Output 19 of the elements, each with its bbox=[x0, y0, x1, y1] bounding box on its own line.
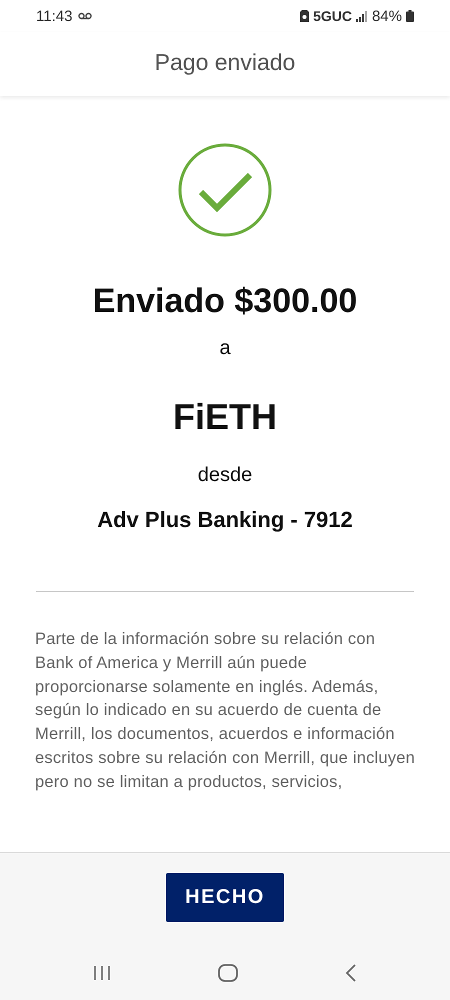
recipient-name: FiETH bbox=[173, 396, 277, 438]
back-icon[interactable] bbox=[344, 964, 357, 982]
done-button[interactable]: HECHO bbox=[166, 873, 284, 922]
home-icon[interactable] bbox=[218, 964, 238, 982]
checkmark-circle-icon bbox=[177, 142, 273, 238]
account-name: Adv Plus Banking - 7912 bbox=[97, 507, 353, 533]
battery-percent: 84% bbox=[372, 8, 402, 24]
voicemail-icon bbox=[78, 12, 92, 20]
battery-icon bbox=[406, 10, 414, 22]
status-time: 11:43 bbox=[36, 8, 72, 24]
amount-heading: Enviado $300.00 bbox=[92, 282, 358, 321]
from-label: desde bbox=[198, 464, 252, 487]
signal-icon bbox=[356, 10, 368, 22]
to-label: a bbox=[219, 337, 231, 360]
screen-title: Pago enviado bbox=[154, 48, 296, 76]
recent-apps-icon[interactable] bbox=[93, 965, 112, 981]
sim-icon bbox=[300, 10, 310, 22]
network-label: 5GUC bbox=[313, 8, 352, 24]
disclaimer-text: Parte de la información sobre su relación con Bank of America y Merrill aún puede proporcionarse solamente en inglés. Además, según lo indicado en su acuerdo de cuenta de Merrill, los documentos, acuerdos e información escritos sobre su relación con Merrill, que incluyen pero no se limitan a productos, servicios, bbox=[35, 629, 415, 793]
